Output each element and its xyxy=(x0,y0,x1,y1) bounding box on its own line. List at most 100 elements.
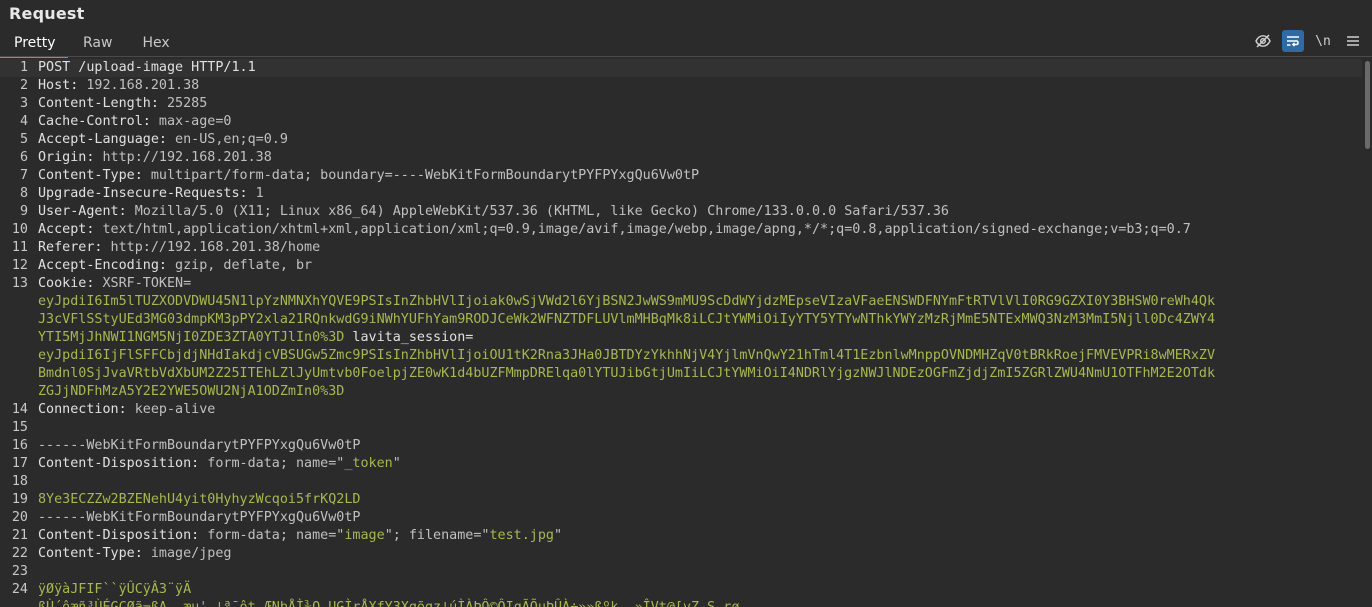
code-line-wrapped: ßÙ´ôæñ³ÙÉGÇØã¬ßA ¸æu' ¦ª¯ôt ÆNbÅÌ¾Q UGÌr… xyxy=(0,599,1362,607)
line-number: 18 xyxy=(11,474,28,489)
line-number: 9 xyxy=(19,204,28,219)
header-name: User-Agent: xyxy=(38,204,127,219)
header-name: Host: xyxy=(38,78,79,93)
binary-content: ßÙ´ôæñ³ÙÉGÇØã¬ßA ¸æu' ¦ª¯ôt ÆNbÅÌ¾Q UGÌr… xyxy=(38,599,1362,607)
filename-value: test.jpg xyxy=(489,528,555,543)
tab-divider xyxy=(0,56,1372,57)
cookie-name: lavita_session= xyxy=(344,330,474,345)
code-line-wrapped: eyJpdiI6Im5lTUZXODVDWU45N1lpYzNMNXhYQVE9… xyxy=(0,293,1362,311)
cookie-name: XSRF-TOKEN= xyxy=(94,276,192,291)
code-line: 17 Content-Disposition: form-data; name=… xyxy=(0,455,1362,473)
line-number: 20 xyxy=(11,510,28,525)
view-tabs: Pretty Raw Hex xyxy=(0,32,185,58)
header-value: image/jpeg xyxy=(142,546,232,561)
code-line-wrapped: Bmdnl0SjJvaVRtbVdXbUM2Z25ITEhLZlJyUmtvb0… xyxy=(0,365,1362,383)
cookie-value: YTI5MjJhNWI1NGM5NjI0ZDE3ZTA0YTJlIn0%3D xyxy=(38,330,345,345)
editor-toolbar: \n xyxy=(1252,30,1364,52)
line-number: 16 xyxy=(11,438,28,453)
binary-content: ÿØÿàJFIF``ÿÛCÿÂ3¨ÿÄ xyxy=(38,582,192,597)
tab-raw[interactable]: Raw xyxy=(68,32,127,56)
cookie-value: eyJpdiI6IjFlSFFCbjdjNHdIakdjcVBSUGw5Zmc9… xyxy=(38,348,1216,363)
code-line: 10 Accept: text/html,application/xhtml+x… xyxy=(0,221,1362,239)
line-number: 13 xyxy=(11,276,28,291)
header-name: Accept: xyxy=(38,222,95,237)
eye-off-icon[interactable] xyxy=(1252,30,1274,52)
line-number: 1 xyxy=(19,60,28,75)
code-line: 12 Accept-Encoding: gzip, deflate, br xyxy=(0,257,1362,275)
multipart-boundary: ------WebKitFormBoundarytPYFPYxgQu6Vw0tP xyxy=(38,510,361,525)
code-line: 19 8Ye3ECZZw2BZENehU4yit0HyhyzWcqoi5frKQ… xyxy=(0,491,1362,509)
header-value: gzip, deflate, br xyxy=(167,258,313,273)
request-panel: Request Pretty Raw Hex \n 1 POST /upload… xyxy=(0,0,1372,607)
header-value: keep-alive xyxy=(126,402,216,417)
line-number: 15 xyxy=(11,420,28,435)
token-value: 8Ye3ECZZw2BZENehU4yit0HyhyzWcqoi5frKQ2LD xyxy=(38,492,361,507)
line-number: 17 xyxy=(11,456,28,471)
code-line: 24 ÿØÿàJFIF``ÿÛCÿÂ3¨ÿÄ xyxy=(0,581,1362,599)
header-value: http://192.168.201.38 xyxy=(94,150,272,165)
line-number: 3 xyxy=(19,96,28,111)
code-line-wrapped: eyJpdiI6IjFlSFFCbjdjNHdIakdjcVBSUGw5Zmc9… xyxy=(0,347,1362,365)
tab-pretty[interactable]: Pretty xyxy=(0,32,68,58)
header-name: Accept-Language: xyxy=(38,132,167,147)
header-value: form-data; name=" xyxy=(199,528,345,543)
header-name: Content-Length: xyxy=(38,96,159,111)
header-value: 1 xyxy=(247,186,264,201)
scrollbar-thumb[interactable] xyxy=(1365,61,1370,149)
line-number: 22 xyxy=(11,546,28,561)
code-line: 15 xyxy=(0,419,1362,437)
header-name: Referer: xyxy=(38,240,103,255)
header-name: Accept-Encoding: xyxy=(38,258,167,273)
multipart-boundary: ------WebKitFormBoundarytPYFPYxgQu6Vw0tP xyxy=(38,438,361,453)
header-value: form-data; name=" xyxy=(199,456,345,471)
code-line: 8 Upgrade-Insecure-Requests: 1 xyxy=(0,185,1362,203)
code-line: 16 ------WebKitFormBoundarytPYFPYxgQu6Vw… xyxy=(0,437,1362,455)
param-value: _token xyxy=(344,456,393,471)
line-number: 7 xyxy=(19,168,28,183)
header-name: Cookie: xyxy=(38,276,95,291)
header-value: max-age=0 xyxy=(150,114,232,129)
tab-hex[interactable]: Hex xyxy=(127,32,184,56)
header-name: Connection: xyxy=(38,402,127,417)
header-value: http://192.168.201.38/home xyxy=(102,240,321,255)
newline-toggle[interactable]: \n xyxy=(1312,30,1334,52)
code-line: 22 Content-Type: image/jpeg xyxy=(0,545,1362,563)
code-line: 23 xyxy=(0,563,1362,581)
cookie-value: eyJpdiI6Im5lTUZXODVDWU45N1lpYzNMNXhYQVE9… xyxy=(38,294,1216,309)
cookie-value: ZGJjNDFhMzA5Y2E2YWE5OWU2NjA1ODZmIn0%3D xyxy=(38,384,345,399)
request-editor[interactable]: 1 POST /upload-image HTTP/1.1 2 Host: 19… xyxy=(0,59,1362,607)
code-line: 9 User-Agent: Mozilla/5.0 (X11; Linux x8… xyxy=(0,203,1362,221)
header-value: Mozilla/5.0 (X11; Linux x86_64) AppleWeb… xyxy=(126,204,949,219)
word-wrap-icon[interactable] xyxy=(1282,30,1304,52)
header-value: en-US,en;q=0.9 xyxy=(167,132,288,147)
code-line-wrapped: YTI5MjJhNWI1NGM5NjI0ZDE3ZTA0YTJlIn0%3D l… xyxy=(0,329,1362,347)
code-line: 3 Content-Length: 25285 xyxy=(0,95,1362,113)
line-number: 19 xyxy=(11,492,28,507)
line-number: 21 xyxy=(11,528,28,543)
vertical-scrollbar[interactable] xyxy=(1362,59,1372,607)
code-line: 14 Connection: keep-alive xyxy=(0,401,1362,419)
code-line: 1 POST /upload-image HTTP/1.1 xyxy=(0,59,1362,77)
code-line: 7 Content-Type: multipart/form-data; bou… xyxy=(0,167,1362,185)
param-value: image xyxy=(344,528,385,543)
code-line: 4 Cache-Control: max-age=0 xyxy=(0,113,1362,131)
header-name: Upgrade-Insecure-Requests: xyxy=(38,186,248,201)
code-line: 2 Host: 192.168.201.38 xyxy=(0,77,1362,95)
request-line: POST /upload-image HTTP/1.1 xyxy=(38,60,256,75)
header-value: 192.168.201.38 xyxy=(78,78,200,93)
line-number: 2 xyxy=(19,78,28,93)
line-number: 12 xyxy=(11,258,28,273)
hamburger-menu-icon[interactable] xyxy=(1342,30,1364,52)
header-name: Content-Type: xyxy=(38,168,143,183)
panel-title: Request xyxy=(9,4,85,23)
line-number: 14 xyxy=(11,402,28,417)
header-value: multipart/form-data; boundary=----WebKit… xyxy=(142,168,700,183)
line-number: 23 xyxy=(11,564,28,579)
line-number: 4 xyxy=(19,114,28,129)
code-line-wrapped: J3cVFlSStyUEd3MG03dmpKM3pPY2xla21RQnkwdG… xyxy=(0,311,1362,329)
code-line: 5 Accept-Language: en-US,en;q=0.9 xyxy=(0,131,1362,149)
header-name: Content-Type: xyxy=(38,546,143,561)
code-line: 11 Referer: http://192.168.201.38/home xyxy=(0,239,1362,257)
code-line: 6 Origin: http://192.168.201.38 xyxy=(0,149,1362,167)
cookie-value: Bmdnl0SjJvaVRtbVdXbUM2Z25ITEhLZlJyUmtvb0… xyxy=(38,366,1216,381)
